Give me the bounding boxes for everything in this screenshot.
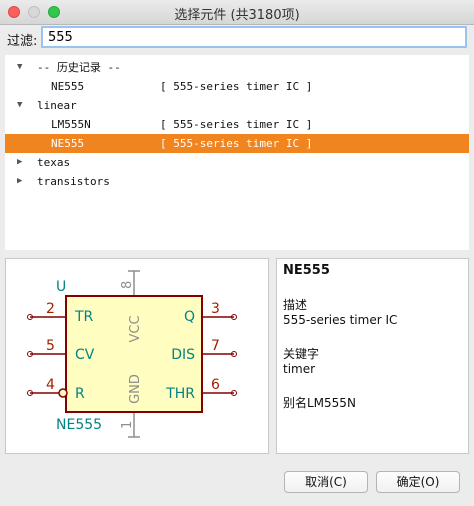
tree-item-name: texas <box>37 156 71 169</box>
pin-num-top: 8 <box>120 281 135 289</box>
tree-item-name: transistors <box>37 175 110 188</box>
info-alias: 别名LM555N <box>283 396 356 410</box>
info-description-value: 555-series timer IC <box>283 313 398 327</box>
cancel-button[interactable]: 取消(C) <box>284 471 368 493</box>
info-description-label: 描述 <box>283 298 308 312</box>
info-keywords-value: timer <box>283 362 316 376</box>
filter-input[interactable] <box>41 26 467 48</box>
triangle-down-icon[interactable]: ▼ <box>17 96 27 115</box>
title-bar: 选择元件 (共3180项) <box>0 0 474 25</box>
tree-item-name: -- 历史记录 -- <box>37 61 121 74</box>
tree-group[interactable]: ▶ transistors <box>5 172 469 191</box>
tree-item-name: linear <box>37 99 77 112</box>
pin-num-left-2: 5 <box>46 338 55 354</box>
symbol-canvas: 8 1 2 5 4 3 7 6 TR CV R Q DIS THR VCC GN… <box>27 270 237 438</box>
symbol-preview: 8 1 2 5 4 3 7 6 TR CV R Q DIS THR VCC GN… <box>5 258 269 454</box>
tree-item[interactable]: NE555 [ 555-series timer IC ] <box>5 77 469 96</box>
tree-item[interactable]: NE555 [ 555-series timer IC ] <box>5 134 469 153</box>
triangle-right-icon[interactable]: ▶ <box>17 153 27 172</box>
tree-item-description: [ 555-series timer IC ] <box>160 80 313 93</box>
pin-name-left-3: R <box>75 386 85 402</box>
pin-num-right-1: 3 <box>211 301 220 317</box>
info-component-name: NE555 <box>283 263 330 278</box>
tree-item-name: NE555 <box>51 137 85 150</box>
pin-num-right-2: 7 <box>211 338 220 354</box>
tree-item-description: [ 555-series timer IC ] <box>160 118 313 131</box>
tree-item[interactable]: LM555N [ 555-series timer IC ] <box>5 115 469 134</box>
tree-group[interactable]: ▼ -- 历史记录 -- <box>5 58 469 77</box>
symbol-value: NE555 <box>56 417 102 433</box>
tree-item-description: [ 555-series timer IC ] <box>160 137 313 150</box>
pin-num-left-3: 4 <box>46 377 55 393</box>
component-info-panel: NE555 描述 555-series timer IC 关键字 timer 别… <box>276 258 469 454</box>
component-tree[interactable]: ▼ -- 历史记录 -- NE555 [ 555-series timer IC ] ▼… <box>5 55 469 250</box>
info-keywords-label: 关键字 <box>283 347 320 361</box>
tree-item-name: NE555 <box>51 80 85 93</box>
pin-num-left-1: 2 <box>46 301 55 317</box>
ok-button[interactable]: 确定(O) <box>376 471 460 493</box>
filter-label: 过滤: <box>7 34 38 49</box>
tree-item-name: LM555N <box>51 118 91 131</box>
pin-name-top: VCC <box>128 315 143 342</box>
pin-num-right-3: 6 <box>211 377 220 393</box>
pin-num-bottom: 1 <box>120 421 135 429</box>
tree-group[interactable]: ▶ texas <box>5 153 469 172</box>
pin-name-left-2: CV <box>75 347 95 363</box>
inverted-pin-bubble <box>58 388 68 398</box>
pin-name-right-2: DIS <box>171 347 195 363</box>
tree-group[interactable]: ▼ linear <box>5 96 469 115</box>
pin-name-left-1: TR <box>74 309 94 325</box>
pin-name-right-3: THR <box>165 386 195 402</box>
triangle-right-icon[interactable]: ▶ <box>17 172 27 191</box>
window-title: 选择元件 (共3180项) <box>174 8 300 23</box>
pin-name-right-1: Q <box>184 309 195 325</box>
triangle-down-icon[interactable]: ▼ <box>17 58 27 77</box>
symbol-reference: U <box>56 279 66 295</box>
pin-name-bottom: GND <box>128 374 143 404</box>
